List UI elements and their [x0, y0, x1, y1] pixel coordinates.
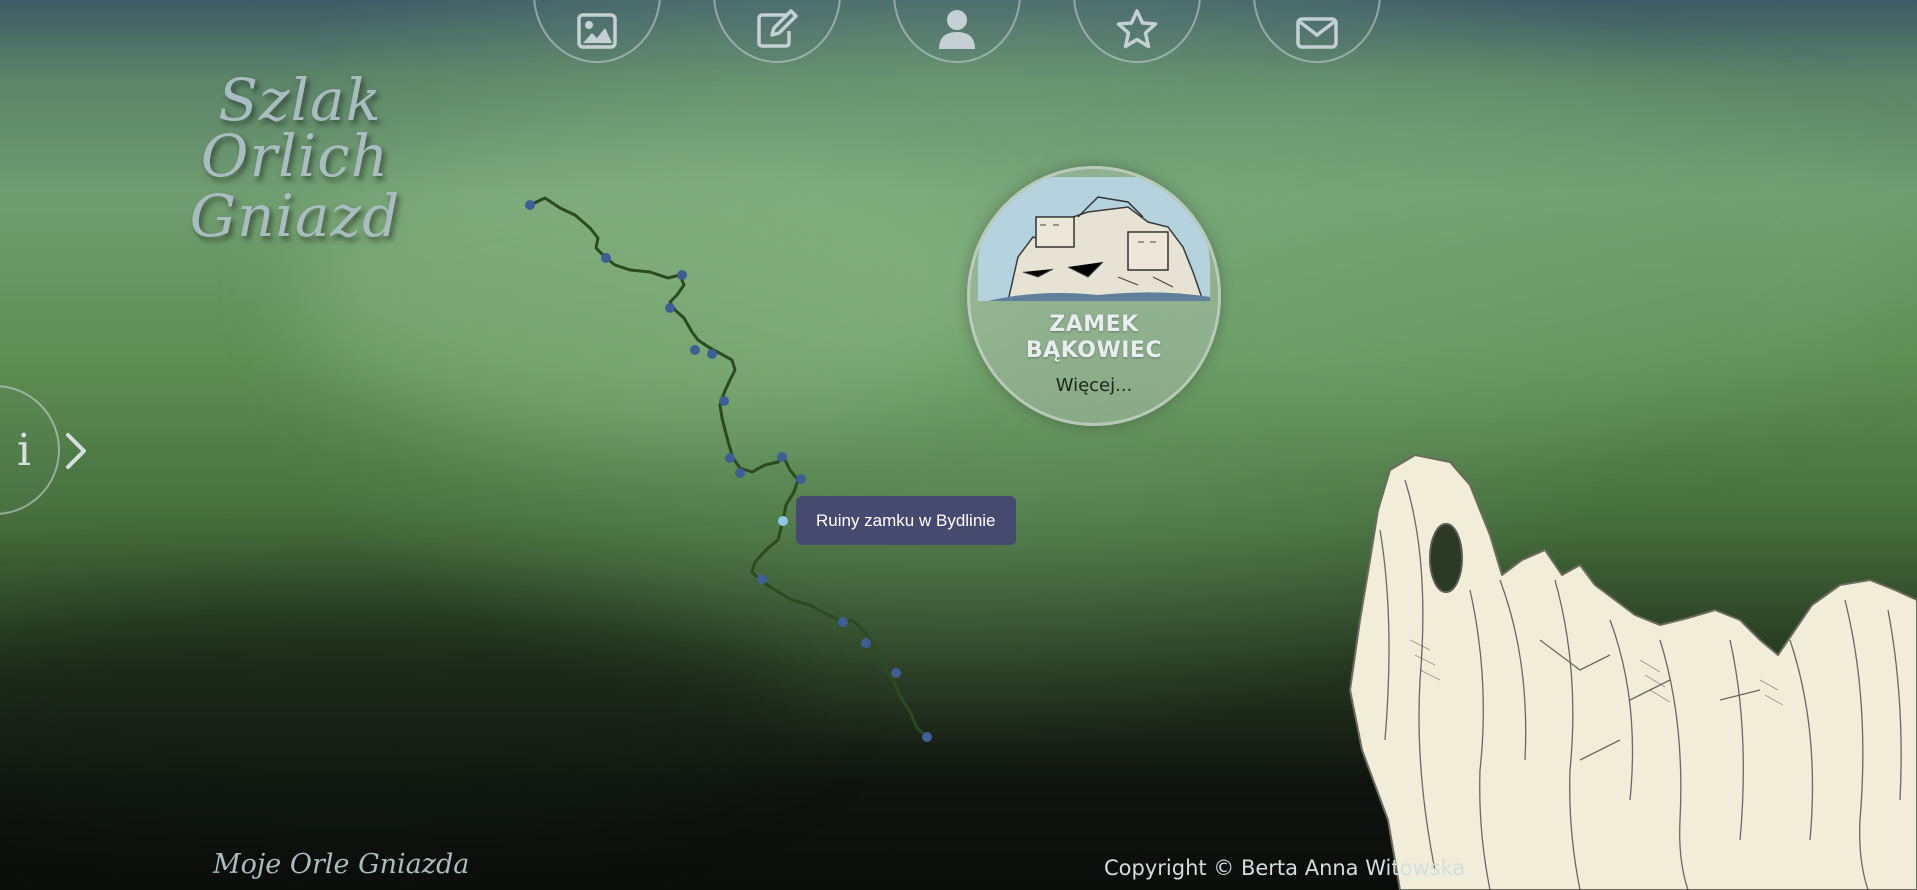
tooltip-text: Ruiny zamku w Bydlinie: [816, 510, 996, 530]
trail-marker[interactable]: [707, 349, 717, 359]
rock-illustration: [1349, 454, 1917, 890]
castle-card[interactable]: ZAMEK BĄKOWIEC Więcej...: [967, 166, 1221, 426]
trail-path: [529, 196, 929, 739]
trail-marker[interactable]: [677, 270, 687, 280]
footer-copyright: Copyright © Berta Anna Witowska: [1104, 856, 1466, 880]
trail-marker[interactable]: [777, 452, 787, 462]
trail-marker[interactable]: [690, 345, 700, 355]
trail-marker[interactable]: [861, 638, 871, 648]
trail-marker[interactable]: [725, 453, 735, 463]
trail-marker[interactable]: [665, 303, 675, 313]
castle-title: ZAMEK BĄKOWIEC: [970, 312, 1218, 364]
trail-marker[interactable]: [891, 668, 901, 678]
trail-marker[interactable]: [922, 732, 932, 742]
more-link[interactable]: Więcej...: [970, 375, 1218, 396]
trail-marker[interactable]: [838, 617, 848, 627]
trail-marker[interactable]: [796, 474, 806, 484]
active-trail-marker[interactable]: [778, 516, 788, 526]
trail-markers: [525, 200, 932, 742]
trail-marker[interactable]: [525, 200, 535, 210]
marker-tooltip: Ruiny zamku w Bydlinie: [796, 496, 1016, 545]
trail-marker[interactable]: [719, 396, 729, 406]
footer-brand[interactable]: Moje Orle Gniazda: [213, 849, 469, 880]
castle-title-line-1: ZAMEK: [1049, 312, 1139, 337]
castle-illustration: [978, 177, 1210, 301]
trail-marker[interactable]: [757, 574, 767, 584]
trail-marker[interactable]: [735, 468, 745, 478]
trail-marker[interactable]: [601, 253, 611, 263]
castle-title-line-2: BĄKOWIEC: [1025, 338, 1163, 363]
